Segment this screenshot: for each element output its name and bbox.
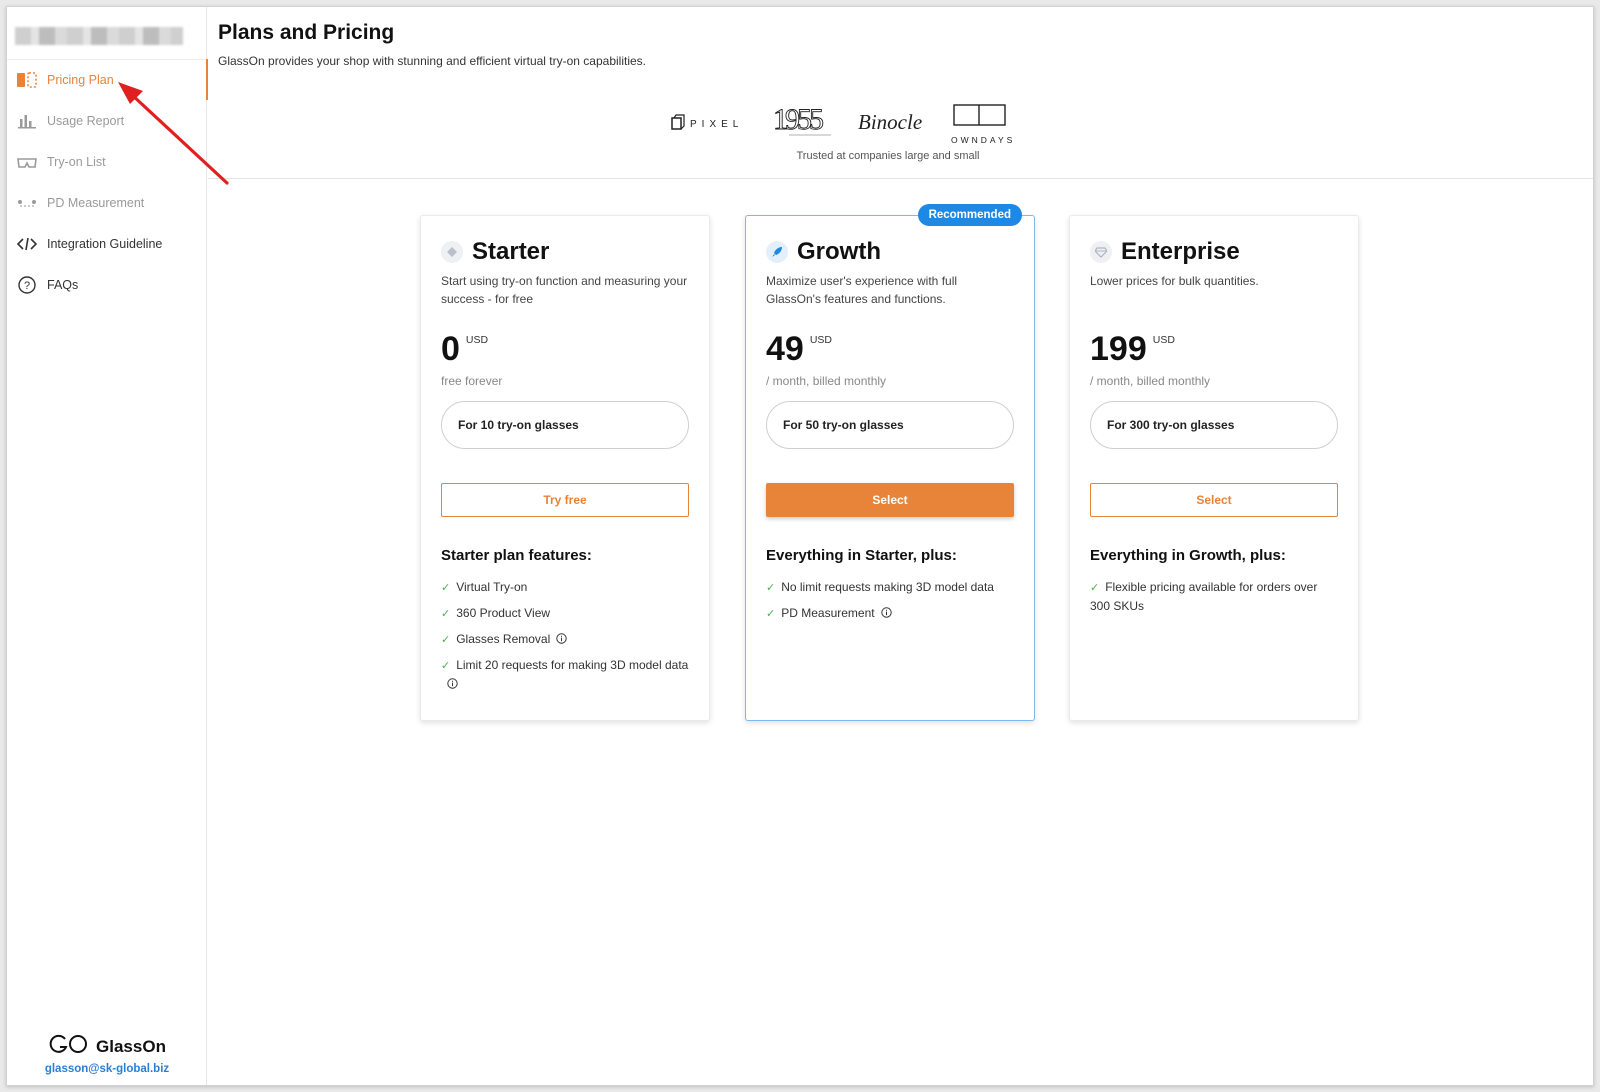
owndays-logo-text: OWNDAYS bbox=[951, 135, 1015, 145]
pd-measurement-icon bbox=[16, 192, 38, 214]
check-icon: ✓ bbox=[441, 608, 451, 620]
plan-name: Enterprise bbox=[1121, 238, 1240, 265]
plan-price: 0 bbox=[441, 330, 460, 368]
select-growth-button[interactable]: Select bbox=[766, 483, 1014, 517]
check-icon: ✓ bbox=[766, 608, 776, 620]
sidebar-nav: Pricing Plan Usage Report Try-on List PD… bbox=[7, 59, 208, 305]
sidebar-item-label: Usage Report bbox=[47, 113, 125, 128]
feature-label: PD Measurement bbox=[781, 606, 875, 620]
brand-email-link[interactable]: glasson@sk-global.biz bbox=[7, 1063, 207, 1075]
feature-item: ✓ Virtual Try-on bbox=[441, 578, 689, 597]
sidebar-item-try-on-list[interactable]: Try-on List bbox=[7, 141, 207, 182]
logo-1955: 1955 bbox=[773, 103, 831, 136]
logo-1955-text: 1955 bbox=[773, 103, 823, 136]
pricing-plan-icon bbox=[16, 69, 38, 91]
sidebar-item-label: Try-on List bbox=[47, 154, 106, 169]
feature-item: ✓ No limit requests making 3D model data bbox=[766, 578, 1014, 597]
binocle-logo-text: Binocle bbox=[858, 110, 922, 134]
check-icon: ✓ bbox=[441, 582, 451, 594]
plan-name: Growth bbox=[797, 238, 881, 265]
question-icon: ? bbox=[16, 274, 38, 296]
plan-description: Maximize user's experience with full Gla… bbox=[766, 274, 958, 306]
feature-item: ✓ PD Measurement bbox=[766, 604, 1014, 623]
binocle-logo: Binocle bbox=[858, 110, 922, 134]
features-title: Everything in Starter, plus: bbox=[766, 547, 957, 564]
plan-card-enterprise: Enterprise Lower prices for bulk quantit… bbox=[1069, 215, 1359, 721]
pixel-logo-text: PIXEL bbox=[690, 119, 743, 130]
sidebar-item-label: Integration Guideline bbox=[47, 236, 163, 251]
sidebar-item-integration-guideline[interactable]: Integration Guideline bbox=[7, 223, 207, 264]
brand-footer: GlassOn glasson@sk-global.biz bbox=[7, 1034, 207, 1075]
bar-chart-icon bbox=[16, 110, 38, 132]
trusted-caption: Trusted at companies large and small bbox=[796, 150, 980, 162]
feature-label: Limit 20 requests for making 3D model da… bbox=[456, 658, 689, 672]
sidebar-item-faqs[interactable]: ? FAQs bbox=[7, 264, 207, 305]
check-icon: ✓ bbox=[766, 582, 776, 594]
feature-label: 360 Product View bbox=[456, 606, 551, 620]
glasses-icon bbox=[16, 151, 38, 173]
feature-label: Virtual Try-on bbox=[456, 580, 528, 594]
recommended-badge: Recommended bbox=[917, 204, 1022, 226]
plan-period: / month, billed monthly bbox=[766, 374, 887, 388]
sidebar-item-pricing-plan[interactable]: Pricing Plan bbox=[7, 59, 208, 100]
code-icon bbox=[16, 233, 38, 255]
plan-currency: USD bbox=[1152, 334, 1175, 346]
feature-item: ✓ Flexible pricing available for orders o… bbox=[1090, 578, 1338, 615]
feature-item: ✓ Limit 20 requests for making 3D model d… bbox=[441, 656, 689, 694]
sidebar-item-usage-report[interactable]: Usage Report bbox=[7, 100, 207, 141]
owndays-logo: OWNDAYS bbox=[951, 104, 1015, 145]
feature-label: Glasses Removal bbox=[456, 632, 551, 646]
rocket-icon bbox=[766, 241, 788, 263]
check-icon: ✓ bbox=[441, 660, 451, 672]
plan-price: 49 bbox=[766, 330, 804, 368]
features-title: Everything in Growth, plus: bbox=[1090, 547, 1286, 564]
blurred-shop-logo bbox=[15, 27, 183, 45]
main-content: Plans and Pricing GlassOn provides your … bbox=[208, 7, 1593, 1085]
sidebar-item-label: FAQs bbox=[47, 277, 79, 292]
select-enterprise-button[interactable]: Select bbox=[1090, 483, 1338, 517]
pixel-logo: PIXEL bbox=[671, 114, 743, 130]
try-free-button[interactable]: Try free bbox=[441, 483, 689, 517]
plan-capacity-selector[interactable]: For 10 try-on glasses bbox=[441, 401, 689, 449]
features-title: Starter plan features: bbox=[441, 547, 592, 564]
feature-list: ✓ No limit requests making 3D model data … bbox=[766, 578, 1014, 623]
header-divider bbox=[208, 178, 1593, 179]
glasson-logo-icon bbox=[48, 1034, 90, 1059]
sidebar-item-label: Pricing Plan bbox=[47, 72, 114, 87]
plan-price: 199 bbox=[1090, 330, 1147, 368]
feature-label: Flexible pricing available for orders ov… bbox=[1090, 580, 1318, 613]
plan-name: Starter bbox=[472, 238, 550, 265]
svg-text:?: ? bbox=[24, 280, 30, 292]
feature-item: ✓ 360 Product View bbox=[441, 604, 689, 623]
feature-label: No limit requests making 3D model data bbox=[781, 580, 994, 594]
plan-capacity-selector[interactable]: For 300 try-on glasses bbox=[1090, 401, 1338, 449]
plan-capacity-selector[interactable]: For 50 try-on glasses bbox=[766, 401, 1014, 449]
info-icon[interactable] bbox=[880, 605, 892, 623]
feature-item: ✓ Glasses Removal bbox=[441, 630, 689, 649]
sidebar-item-pd-measurement[interactable]: PD Measurement bbox=[7, 182, 207, 223]
gem-icon bbox=[1090, 241, 1112, 263]
feature-list: ✓ Virtual Try-on ✓ 360 Product View ✓ Glass… bbox=[441, 578, 689, 694]
brand-name: GlassOn bbox=[96, 1036, 166, 1056]
info-icon[interactable] bbox=[447, 676, 458, 694]
info-icon[interactable] bbox=[556, 631, 567, 649]
app-window: Pricing Plan Usage Report Try-on List PD… bbox=[6, 6, 1594, 1086]
check-icon: ✓ bbox=[1090, 582, 1100, 594]
sidebar: Pricing Plan Usage Report Try-on List PD… bbox=[7, 7, 208, 1085]
page-subtitle: GlassOn provides your shop with stunning… bbox=[218, 54, 646, 68]
feature-list: ✓ Flexible pricing available for orders o… bbox=[1090, 578, 1338, 615]
plan-description: Start using try-on function and measurin… bbox=[441, 274, 688, 306]
plan-card-starter: Starter Start using try-on function and … bbox=[420, 215, 710, 721]
plan-card-growth: Recommended Growth Maximize user's exper… bbox=[745, 204, 1035, 721]
partner-logos: PIXEL 1955 Binocle OWNDAYS bbox=[668, 95, 1028, 145]
diamond-icon bbox=[441, 241, 463, 263]
plan-period: / month, billed monthly bbox=[1090, 374, 1211, 388]
plan-currency: USD bbox=[465, 334, 489, 346]
page-title: Plans and Pricing bbox=[218, 21, 395, 44]
plan-currency: USD bbox=[809, 334, 832, 346]
sidebar-item-label: PD Measurement bbox=[47, 195, 145, 210]
check-icon: ✓ bbox=[441, 634, 451, 646]
plan-period: free forever bbox=[441, 374, 503, 388]
plan-description: Lower prices for bulk quantities. bbox=[1090, 274, 1259, 288]
